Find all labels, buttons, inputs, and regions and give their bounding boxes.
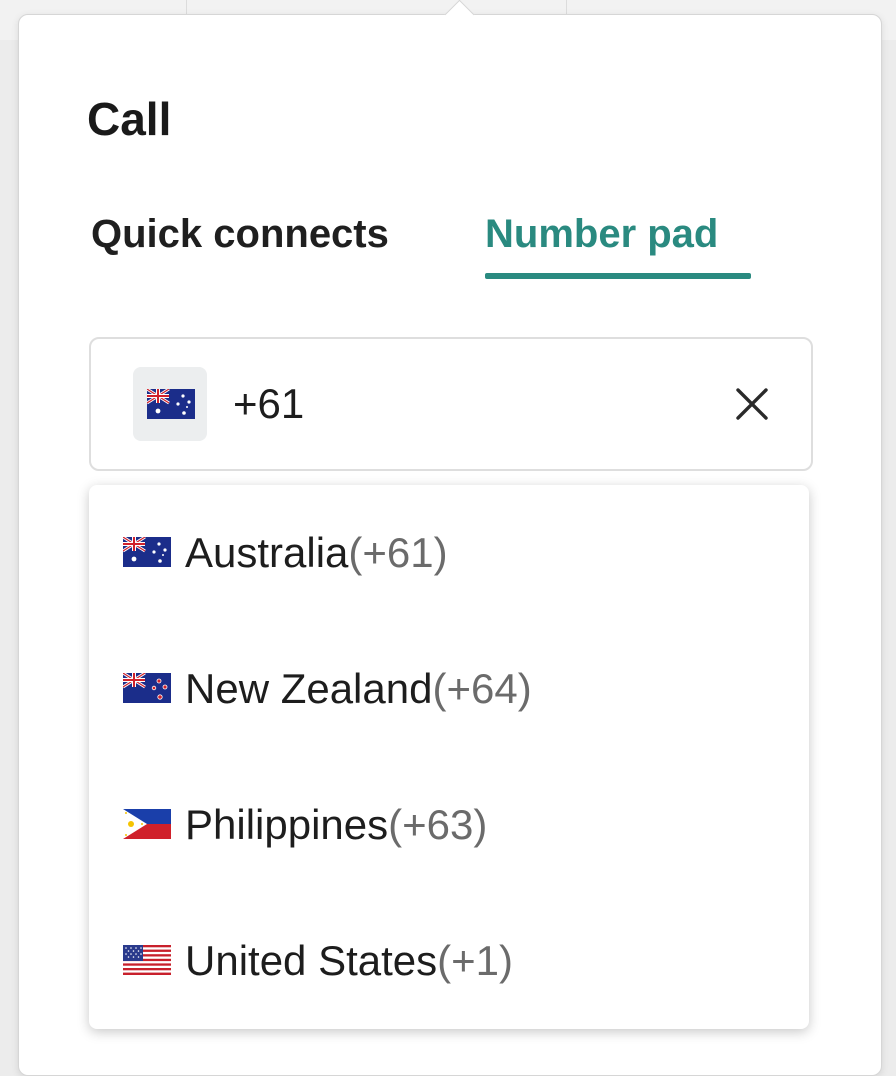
tab-number-pad[interactable]: Number pad bbox=[485, 211, 718, 281]
country-code: (+1) bbox=[437, 937, 514, 984]
australia-flag-icon bbox=[123, 537, 171, 567]
country-name: New Zealand bbox=[185, 665, 433, 712]
country-code: (+61) bbox=[348, 529, 448, 576]
country-code: (+63) bbox=[388, 801, 488, 848]
philippines-flag-icon bbox=[123, 809, 171, 839]
country-option-new-zealand[interactable]: New Zealand(+64) bbox=[89, 621, 809, 757]
country-code: (+64) bbox=[432, 665, 532, 712]
united-states-flag-icon bbox=[123, 945, 171, 975]
country-option-united-states[interactable]: United States(+1) bbox=[89, 893, 809, 1029]
country-dropdown: Australia(+61) New Zealand(+64) Philippi… bbox=[89, 485, 809, 1029]
australia-flag-icon bbox=[147, 389, 195, 419]
country-option-philippines[interactable]: Philippines(+63) bbox=[89, 757, 809, 893]
phone-number-value: +61 bbox=[233, 380, 305, 427]
phone-number-input[interactable]: +61 bbox=[89, 337, 813, 471]
country-name: Philippines bbox=[185, 801, 389, 848]
close-icon[interactable] bbox=[733, 385, 771, 423]
active-tab-indicator bbox=[485, 273, 751, 279]
country-name: United States bbox=[185, 937, 438, 984]
new-zealand-flag-icon bbox=[123, 673, 171, 703]
country-option-australia[interactable]: Australia(+61) bbox=[89, 485, 809, 621]
call-popover: Call Quick connects Number pad +61 Austr… bbox=[18, 0, 882, 1076]
dialog-title: Call bbox=[87, 93, 172, 145]
tab-quick-connects[interactable]: Quick connects bbox=[91, 211, 389, 281]
country-selector-button[interactable] bbox=[133, 367, 207, 441]
country-name: Australia bbox=[185, 529, 349, 576]
